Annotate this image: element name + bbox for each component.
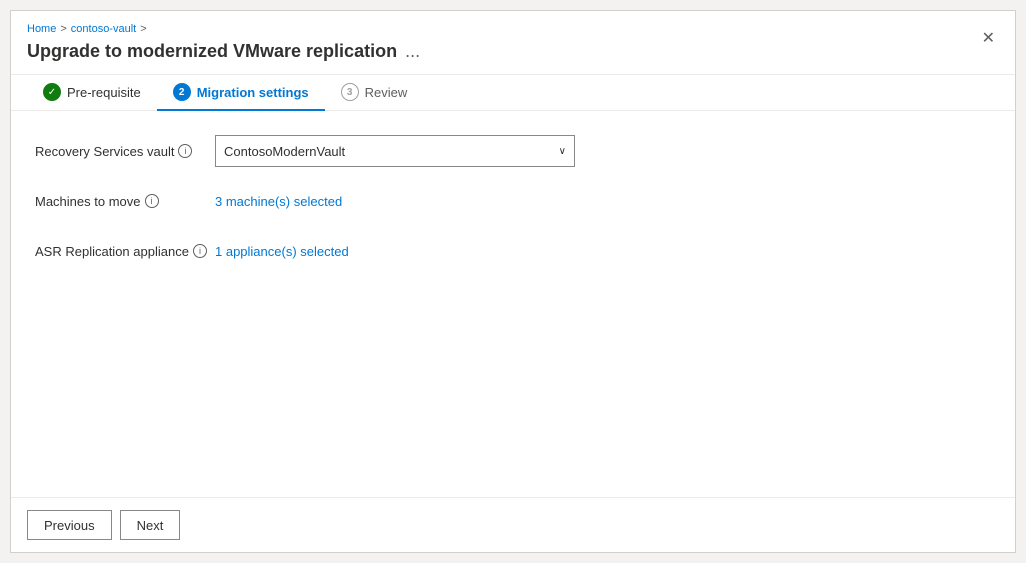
upgrade-dialog: Home > contoso-vault > Upgrade to modern… bbox=[10, 10, 1016, 553]
form-row-asr: ASR Replication appliance i 1 appliance(… bbox=[35, 235, 991, 267]
dialog-title-text: Upgrade to modernized VMware replication bbox=[27, 41, 397, 62]
asr-control: 1 appliance(s) selected bbox=[215, 244, 991, 259]
tab-prerequisite-label: Pre-requisite bbox=[67, 85, 141, 100]
tab-migration-settings[interactable]: 2 Migration settings bbox=[157, 75, 325, 111]
breadcrumb-home[interactable]: Home bbox=[27, 23, 56, 35]
machines-link[interactable]: 3 machine(s) selected bbox=[215, 194, 342, 209]
dialog-footer: Previous Next bbox=[11, 497, 1015, 552]
dialog-body: Recovery Services vault i ContosoModernV… bbox=[11, 111, 1015, 497]
dropdown-arrow-icon: ∨ bbox=[559, 146, 566, 157]
label-recovery-vault: Recovery Services vault i bbox=[35, 144, 215, 159]
recovery-vault-value: ContosoModernVault bbox=[224, 144, 345, 159]
breadcrumb-vault[interactable]: contoso-vault bbox=[71, 23, 136, 35]
form-row-machines: Machines to move i 3 machine(s) selected bbox=[35, 185, 991, 217]
label-machines-text: Machines to move bbox=[35, 194, 141, 209]
machines-info-icon[interactable]: i bbox=[145, 194, 159, 208]
form-row-recovery-vault: Recovery Services vault i ContosoModernV… bbox=[35, 135, 991, 167]
recovery-vault-info-icon[interactable]: i bbox=[178, 144, 192, 158]
recovery-vault-control: ContosoModernVault ∨ bbox=[215, 135, 991, 167]
breadcrumb-sep2: > bbox=[140, 23, 146, 35]
dialog-header: Home > contoso-vault > Upgrade to modern… bbox=[11, 11, 1015, 75]
recovery-vault-dropdown[interactable]: ContosoModernVault ∨ bbox=[215, 135, 575, 167]
asr-info-icon[interactable]: i bbox=[193, 244, 207, 258]
label-recovery-vault-text: Recovery Services vault bbox=[35, 144, 174, 159]
review-number-icon: 3 bbox=[341, 83, 359, 101]
prerequisite-check-icon: ✓ bbox=[43, 83, 61, 101]
tabs-container: ✓ Pre-requisite 2 Migration settings 3 R… bbox=[11, 75, 1015, 111]
tab-review-label: Review bbox=[365, 85, 408, 100]
next-button[interactable]: Next bbox=[120, 510, 181, 540]
close-button[interactable]: ✕ bbox=[978, 27, 999, 51]
label-asr: ASR Replication appliance i bbox=[35, 244, 215, 259]
tab-prerequisite[interactable]: ✓ Pre-requisite bbox=[27, 75, 157, 111]
machines-control: 3 machine(s) selected bbox=[215, 194, 991, 209]
asr-link[interactable]: 1 appliance(s) selected bbox=[215, 244, 349, 259]
header-left: Home > contoso-vault > Upgrade to modern… bbox=[27, 23, 978, 74]
tab-migration-settings-label: Migration settings bbox=[197, 85, 309, 100]
dialog-title: Upgrade to modernized VMware replication… bbox=[27, 41, 978, 62]
migration-number-icon: 2 bbox=[173, 83, 191, 101]
dialog-title-ellipsis[interactable]: ... bbox=[405, 41, 420, 62]
breadcrumb: Home > contoso-vault > bbox=[27, 23, 978, 35]
label-asr-text: ASR Replication appliance bbox=[35, 244, 189, 259]
previous-button[interactable]: Previous bbox=[27, 510, 112, 540]
breadcrumb-sep1: > bbox=[60, 23, 66, 35]
tab-review[interactable]: 3 Review bbox=[325, 75, 424, 111]
label-machines: Machines to move i bbox=[35, 194, 215, 209]
